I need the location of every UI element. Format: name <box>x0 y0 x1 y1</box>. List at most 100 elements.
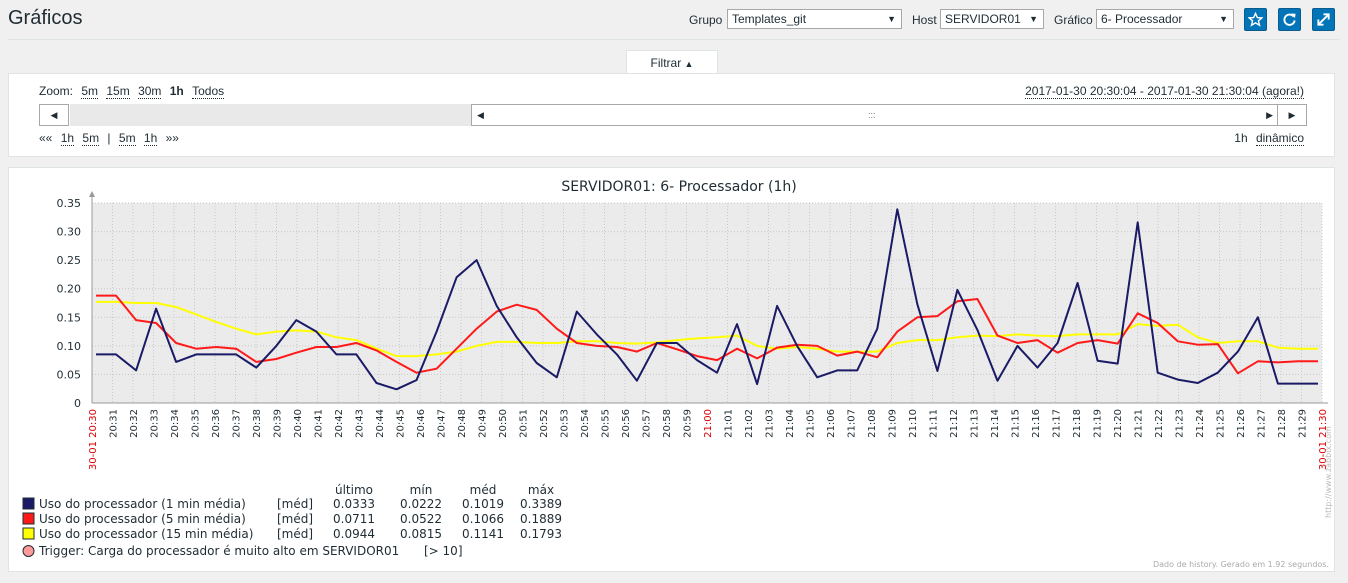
filter-tab-label: Filtrar <box>650 56 682 70</box>
header-divider <box>8 39 1340 40</box>
legend-swatch <box>22 527 35 540</box>
forward-5m-link[interactable]: 5m <box>118 131 136 146</box>
caret-left-icon: ◀ <box>477 110 484 120</box>
x-tick-label: 21:23 <box>1175 409 1186 438</box>
x-tick-label: 20:40 <box>293 409 304 438</box>
y-tick-label: 0.30 <box>57 226 82 239</box>
period-size: 1h <box>1234 131 1248 145</box>
fullscreen-button[interactable] <box>1312 8 1335 31</box>
zoom-15m[interactable]: 15m <box>106 84 130 99</box>
period-range-link[interactable]: 2017-01-30 20:30:04 - 2017-01-30 21:30:0… <box>1025 84 1304 99</box>
legend-min: 0.0222 <box>400 497 442 511</box>
x-tick-label: 21:12 <box>949 409 960 438</box>
x-tick-label: 20:44 <box>375 409 386 438</box>
x-tick-label: 21:07 <box>847 409 858 438</box>
legend-header-3: máx <box>528 483 554 497</box>
x-tick-label: 20:33 <box>150 409 161 438</box>
legend-swatch <box>22 512 35 525</box>
x-tick-label: 21:04 <box>785 409 796 438</box>
trigger-text: Trigger: Carga do processador é muito al… <box>38 544 399 558</box>
x-tick-label: 21:08 <box>867 409 878 438</box>
page-header: Gráficos Grupo Templates_git ▼ Host SERV… <box>0 0 1348 40</box>
y-tick-label: 0.20 <box>57 283 82 296</box>
host-select[interactable]: SERVIDOR01 ▼ <box>940 9 1044 29</box>
back-5m-link[interactable]: 5m <box>82 131 100 146</box>
processor-chart: SERVIDOR01: 6- Processador (1h) 0 0.05 0.10… <box>22 179 1333 569</box>
x-tick-label: 20:31 <box>109 409 120 438</box>
x-tick-label: 21:24 <box>1195 409 1206 438</box>
trigger-condition: [> 10] <box>424 544 463 558</box>
zoom-all[interactable]: Todos <box>192 84 225 99</box>
x-tick-label: 20:59 <box>683 409 694 438</box>
x-start-label: 30-01 20:30 <box>88 409 99 470</box>
x-tick-label: 20:42 <box>334 409 345 438</box>
zoom-label: Zoom: <box>39 84 74 98</box>
fullscreen-icon <box>1317 13 1330 26</box>
x-tick-label: 20:49 <box>478 409 489 438</box>
chart-title: SERVIDOR01: 6- Processador (1h) <box>561 179 796 195</box>
x-tick-label: 21:02 <box>744 409 755 438</box>
y-axis-arrow <box>89 191 95 197</box>
period-mode: 1h dinâmico <box>1234 131 1304 146</box>
x-tick-label: 21:25 <box>1216 409 1227 438</box>
x-tick-label: 21:05 <box>806 409 817 438</box>
back-1h-link[interactable]: 1h <box>60 131 75 146</box>
refresh-button[interactable] <box>1278 8 1301 31</box>
legend-header-2: méd <box>470 483 497 497</box>
x-tick-label: 21:19 <box>1093 409 1104 438</box>
legend-header-0: último <box>335 483 373 497</box>
x-tick-label: 20:36 <box>211 409 222 438</box>
refresh-icon <box>1283 13 1296 26</box>
x-tick-label: 21:11 <box>929 409 940 438</box>
x-tick-label: 20:47 <box>437 409 448 438</box>
y-tick-label: 0.15 <box>57 311 82 324</box>
legend-avg: 0.1141 <box>462 527 504 541</box>
legend-avg: 0.1066 <box>462 512 504 526</box>
graph-select-value: 6- Processador <box>1101 12 1183 26</box>
chevron-down-icon: ▼ <box>1029 14 1038 24</box>
legend-series-name: Uso do processador (5 min média) <box>39 512 246 526</box>
trigger-indicator <box>22 545 35 557</box>
grip-icon: ::: <box>868 110 876 120</box>
x-tick-label: 21:17 <box>1052 409 1063 438</box>
x-tick-label: 20:41 <box>314 409 325 438</box>
favourite-button[interactable] <box>1244 8 1267 31</box>
x-tick-label: 20:38 <box>252 409 263 438</box>
legend-last: 0.0711 <box>333 512 375 526</box>
dynamic-toggle[interactable]: dinâmico <box>1255 131 1304 146</box>
caret-right-icon: ▶ <box>1288 110 1296 120</box>
zoom-1h[interactable]: 1h <box>170 84 184 98</box>
x-tick-label: 20:51 <box>519 409 530 438</box>
legend-series-name: Uso do processador (15 min média) <box>39 527 253 541</box>
x-tick-label: 21:27 <box>1257 409 1268 438</box>
scroll-right-button[interactable]: ▶ <box>1277 104 1307 126</box>
period-range: 2017-01-30 20:30:04 - 2017-01-30 21:30:0… <box>1020 84 1304 99</box>
scroll-left-button[interactable]: ◀ <box>39 104 69 126</box>
legend-min: 0.0815 <box>400 527 442 541</box>
y-tick-label: 0.35 <box>57 197 82 210</box>
legend-function: [méd] <box>277 512 313 526</box>
x-tick-label: 20:43 <box>355 409 366 438</box>
x-tick-label: 21:22 <box>1154 409 1165 438</box>
timeline-slider[interactable]: ◀ ::: ▶ <box>471 104 1279 126</box>
x-tick-label: 21:06 <box>826 409 837 438</box>
zoom-5m[interactable]: 5m <box>81 84 99 99</box>
forward-1h-link[interactable]: 1h <box>143 131 158 146</box>
filter-tab[interactable]: Filtrar ▲ <box>626 50 718 74</box>
legend-min: 0.0522 <box>400 512 442 526</box>
x-tick-label: 20:55 <box>601 409 612 438</box>
x-tick-label: 20:32 <box>129 409 140 438</box>
host-label: Host <box>912 13 937 27</box>
graph-select[interactable]: 6- Processador ▼ <box>1096 9 1234 29</box>
x-tick-label: 21:26 <box>1236 409 1247 438</box>
back-arrows: «« <box>39 131 53 145</box>
zoom-30m[interactable]: 30m <box>138 84 162 99</box>
y-tick-label: 0.25 <box>57 254 82 267</box>
y-tick-label: 0.05 <box>57 368 82 381</box>
group-select[interactable]: Templates_git ▼ <box>727 9 902 29</box>
x-tick-label: 21:10 <box>908 409 919 438</box>
legend-function: [méd] <box>277 527 313 541</box>
legend-max: 0.1793 <box>520 527 562 541</box>
x-tick-label: 21:14 <box>990 409 1001 438</box>
triangle-up-icon: ▲ <box>684 59 694 69</box>
